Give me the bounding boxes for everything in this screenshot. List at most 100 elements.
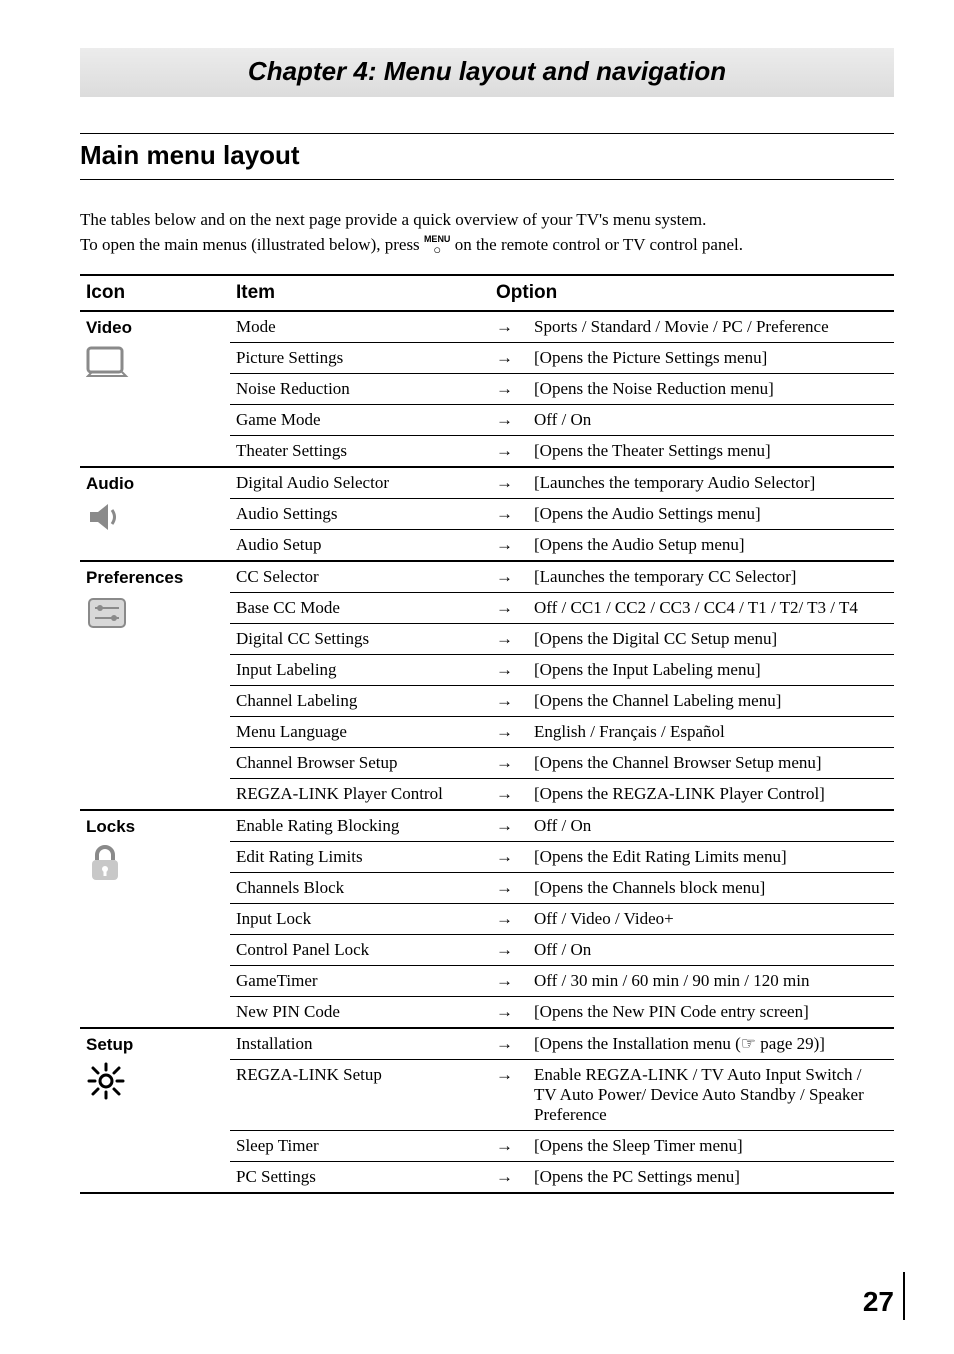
- item-cell: GameTimer: [230, 966, 490, 997]
- item-cell: Noise Reduction: [230, 374, 490, 405]
- intro-line-2a: To open the main menus (illustrated belo…: [80, 235, 424, 254]
- locks-icon: [86, 843, 224, 888]
- menu-button-glyph: MENU ○: [424, 235, 451, 256]
- option-cell: Off / CC1 / CC2 / CC3 / CC4 / T1 / T2/ T…: [528, 593, 894, 624]
- item-cell: REGZA-LINK Setup: [230, 1060, 490, 1131]
- arrow-icon: →: [490, 966, 528, 997]
- group-label: Setup: [86, 1035, 224, 1055]
- option-cell: [Opens the Channels block menu]: [528, 873, 894, 904]
- item-cell: Base CC Mode: [230, 593, 490, 624]
- group-cell: Preferences: [80, 561, 230, 810]
- arrow-icon: →: [490, 374, 528, 405]
- item-cell: PC Settings: [230, 1162, 490, 1194]
- option-cell: [Opens the Sleep Timer menu]: [528, 1131, 894, 1162]
- item-cell: CC Selector: [230, 561, 490, 593]
- arrow-icon: →: [490, 1028, 528, 1060]
- video-icon: [86, 344, 224, 383]
- item-cell: Control Panel Lock: [230, 935, 490, 966]
- page-number-divider: [903, 1272, 905, 1320]
- item-cell: Edit Rating Limits: [230, 842, 490, 873]
- arrow-icon: →: [490, 311, 528, 343]
- option-cell: Off / 30 min / 60 min / 90 min / 120 min: [528, 966, 894, 997]
- group-label: Preferences: [86, 568, 224, 588]
- group-label: Audio: [86, 474, 224, 494]
- table-row: VideoMode→Sports / Standard / Movie / PC…: [80, 311, 894, 343]
- item-cell: Digital Audio Selector: [230, 467, 490, 499]
- group-label: Locks: [86, 817, 224, 837]
- audio-icon: [86, 500, 224, 539]
- item-cell: Installation: [230, 1028, 490, 1060]
- option-cell: Off / On: [528, 405, 894, 436]
- option-cell: [Opens the Audio Setup menu]: [528, 530, 894, 562]
- item-cell: Theater Settings: [230, 436, 490, 468]
- arrow-icon: →: [490, 436, 528, 468]
- arrow-icon: →: [490, 810, 528, 842]
- item-cell: Input Labeling: [230, 655, 490, 686]
- item-cell: Picture Settings: [230, 343, 490, 374]
- intro-paragraph: The tables below and on the next page pr…: [80, 208, 894, 257]
- item-cell: Sleep Timer: [230, 1131, 490, 1162]
- item-cell: New PIN Code: [230, 997, 490, 1029]
- option-cell: [Opens the Theater Settings menu]: [528, 436, 894, 468]
- arrow-icon: →: [490, 686, 528, 717]
- table-row: Locks Enable Rating Blocking→Off / On: [80, 810, 894, 842]
- option-cell: Off / On: [528, 810, 894, 842]
- th-icon: Icon: [80, 275, 230, 311]
- section-title: Main menu layout: [80, 134, 894, 179]
- item-cell: Game Mode: [230, 405, 490, 436]
- th-option: Option: [490, 275, 894, 311]
- group-cell: Audio: [80, 467, 230, 561]
- group-cell: Setup: [80, 1028, 230, 1193]
- arrow-icon: →: [490, 593, 528, 624]
- arrow-icon: →: [490, 530, 528, 562]
- item-cell: Audio Settings: [230, 499, 490, 530]
- table-row: Setup Installation→[Opens the Installatio…: [80, 1028, 894, 1060]
- arrow-icon: →: [490, 655, 528, 686]
- arrow-icon: →: [490, 873, 528, 904]
- menu-table: Icon Item Option VideoMode→Sports / Stan…: [80, 274, 894, 1194]
- option-cell: Off / Video / Video+: [528, 904, 894, 935]
- option-cell: Enable REGZA-LINK / TV Auto Input Switch…: [528, 1060, 894, 1131]
- option-cell: [Opens the New PIN Code entry screen]: [528, 997, 894, 1029]
- option-cell: [Opens the Picture Settings menu]: [528, 343, 894, 374]
- option-cell: Off / On: [528, 935, 894, 966]
- option-cell: English / Français / Español: [528, 717, 894, 748]
- arrow-icon: →: [490, 779, 528, 811]
- arrow-icon: →: [490, 842, 528, 873]
- arrow-icon: →: [490, 624, 528, 655]
- item-cell: Menu Language: [230, 717, 490, 748]
- group-label: Video: [86, 318, 224, 338]
- divider: [80, 179, 894, 180]
- arrow-icon: →: [490, 717, 528, 748]
- intro-line-1: The tables below and on the next page pr…: [80, 210, 706, 229]
- option-cell: [Opens the Audio Settings menu]: [528, 499, 894, 530]
- arrow-icon: →: [490, 499, 528, 530]
- option-cell: [Opens the Channel Browser Setup menu]: [528, 748, 894, 779]
- option-cell: [Opens the Channel Labeling menu]: [528, 686, 894, 717]
- preferences-icon: [86, 594, 224, 637]
- option-cell: [Launches the temporary CC Selector]: [528, 561, 894, 593]
- arrow-icon: →: [490, 1162, 528, 1194]
- item-cell: Mode: [230, 311, 490, 343]
- arrow-icon: →: [490, 467, 528, 499]
- table-row: Preferences CC Selector→[Launches the tem…: [80, 561, 894, 593]
- table-row: AudioDigital Audio Selector→[Launches th…: [80, 467, 894, 499]
- arrow-icon: →: [490, 343, 528, 374]
- item-cell: Channel Labeling: [230, 686, 490, 717]
- setup-icon: [86, 1061, 224, 1106]
- arrow-icon: →: [490, 1131, 528, 1162]
- option-cell: [Opens the Noise Reduction menu]: [528, 374, 894, 405]
- item-cell: REGZA-LINK Player Control: [230, 779, 490, 811]
- arrow-icon: →: [490, 997, 528, 1029]
- group-cell: Video: [80, 311, 230, 467]
- item-cell: Channels Block: [230, 873, 490, 904]
- option-cell: [Opens the Installation menu (☞ page 29)…: [528, 1028, 894, 1060]
- option-cell: [Opens the REGZA-LINK Player Control]: [528, 779, 894, 811]
- item-cell: Channel Browser Setup: [230, 748, 490, 779]
- group-cell: Locks: [80, 810, 230, 1028]
- item-cell: Enable Rating Blocking: [230, 810, 490, 842]
- arrow-icon: →: [490, 561, 528, 593]
- intro-line-2b: on the remote control or TV control pane…: [455, 235, 743, 254]
- arrow-icon: →: [490, 904, 528, 935]
- option-cell: [Opens the Input Labeling menu]: [528, 655, 894, 686]
